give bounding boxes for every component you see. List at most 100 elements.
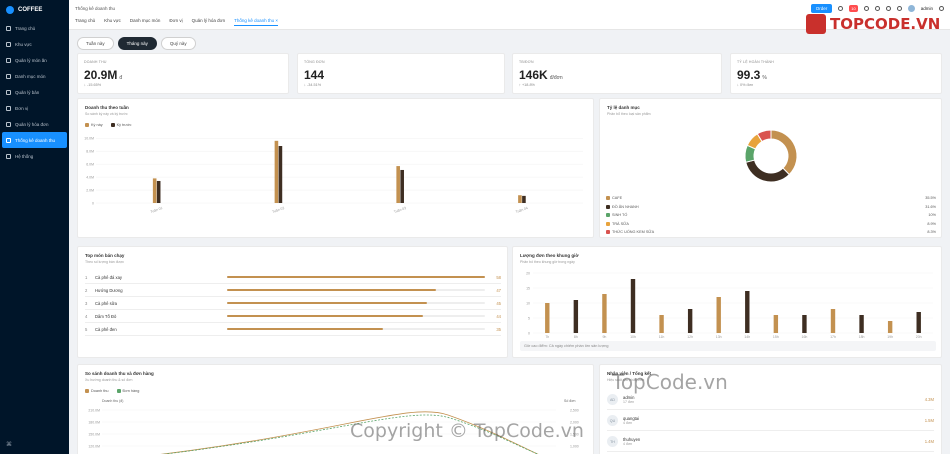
- hour-bar[interactable]: [659, 315, 664, 333]
- category-legend-row[interactable]: SINH TỐ 10%: [606, 213, 936, 217]
- hour-bar[interactable]: [630, 279, 636, 333]
- stat-value: 20.9M: [84, 68, 118, 82]
- tab-2[interactable]: Danh mục món: [130, 18, 161, 26]
- hour-bar[interactable]: [545, 303, 550, 333]
- order-button[interactable]: Order: [810, 4, 833, 13]
- stat-card-2: TB/đơn 146K đ/đơn ↑ +18.8%: [512, 53, 722, 94]
- tab-4[interactable]: Quản lý hóa đơn: [192, 18, 225, 26]
- hour-bar[interactable]: [916, 312, 921, 333]
- top-item-name: Hướng Dương: [95, 287, 123, 293]
- top-items-card: Top món bán chạy Theo số lượng bán được …: [77, 246, 508, 358]
- period-button-2[interactable]: Quý này: [160, 37, 196, 50]
- week-bar[interactable]: [152, 178, 157, 203]
- fullscreen-icon[interactable]: [874, 6, 880, 11]
- week-bar[interactable]: [156, 180, 161, 203]
- notification-badge[interactable]: 10: [849, 5, 858, 12]
- stat-value-wrap: 144: [304, 68, 326, 82]
- category-legend-row[interactable]: ĐỒ ĂN NHANH 31.6%: [606, 204, 936, 209]
- collapse-icon[interactable]: ⌘: [6, 441, 12, 448]
- hour-bar[interactable]: [802, 315, 807, 333]
- staff-row[interactable]: QU quangtai 4 đơn 1.5M: [607, 411, 934, 431]
- top-item-row[interactable]: 4 Dâm Tố Đỏ 44: [85, 310, 501, 323]
- github-icon[interactable]: [863, 6, 869, 11]
- top-item-row[interactable]: 5 Cà phê đen 35: [85, 323, 501, 336]
- hour-bar[interactable]: [745, 291, 750, 333]
- hour-bar[interactable]: [773, 315, 779, 333]
- category-legend-row[interactable]: THỨC UỐNG KEM SỮA 8.3%: [606, 230, 936, 234]
- hour-bar[interactable]: [716, 297, 721, 333]
- hour-bar[interactable]: [830, 309, 836, 333]
- tab-1[interactable]: Khu vực: [104, 18, 121, 26]
- sidebar-item-label: Đơn vị: [15, 105, 29, 111]
- donut-slice[interactable]: [745, 159, 790, 183]
- week-bar[interactable]: [518, 195, 522, 203]
- week-bar[interactable]: [396, 166, 400, 203]
- compare-ytick-right: 1,000: [570, 445, 579, 449]
- week-bar[interactable]: [274, 140, 279, 203]
- breadcrumb: Thống kê doanh thu: [75, 6, 116, 11]
- tab-5[interactable]: Thống kê doanh thu ×: [234, 18, 279, 26]
- stat-value: 99.3: [737, 68, 761, 82]
- sidebar-item-2[interactable]: Quản lý món ăn: [0, 52, 69, 68]
- week-bar[interactable]: [278, 146, 283, 203]
- orders-line[interactable]: [122, 414, 550, 454]
- hour-bar[interactable]: [859, 315, 864, 333]
- top-item-row[interactable]: 2 Hướng Dương 47: [85, 284, 501, 297]
- settings-icon[interactable]: [939, 6, 944, 11]
- sidebar-item-4[interactable]: Quản lý bàn: [0, 84, 69, 100]
- sidebar-item-6[interactable]: Quản lý hóa đơn: [0, 116, 69, 132]
- user-name[interactable]: admin: [921, 6, 933, 11]
- hour-bar[interactable]: [687, 309, 693, 333]
- hour-bar[interactable]: [573, 300, 579, 333]
- staff-row[interactable]: TH thuhuyen 4 đơn 1.4M: [607, 432, 934, 452]
- app-name: COFFEE: [18, 7, 43, 13]
- hour-bar[interactable]: [887, 321, 893, 333]
- hour-xtick: 7h: [545, 335, 549, 339]
- staff-info: thuhuyen 4 đơn: [623, 437, 640, 446]
- stat-change: ↓ -15.65%: [84, 83, 102, 87]
- revenue-line[interactable]: [122, 411, 548, 454]
- top-item-bar-fill: [227, 327, 383, 331]
- sidebar-item-3[interactable]: Danh mục món: [0, 68, 69, 84]
- hour-ytick: 15: [526, 287, 530, 291]
- top-item-row[interactable]: 3 Cà phê sữa 45: [85, 297, 501, 310]
- tab-3[interactable]: Đơn vị: [169, 18, 182, 26]
- staff-avatar: TH: [607, 436, 618, 447]
- search-icon[interactable]: [838, 6, 844, 11]
- staff-card: Nhân viên / Tổng kết Hiệu suất các nhân …: [599, 364, 942, 454]
- language-icon[interactable]: [896, 6, 902, 11]
- hour-xtick: 10h: [630, 335, 636, 339]
- period-button-1[interactable]: Tháng này: [117, 37, 157, 50]
- sidebar-item-label: Hệ thống: [15, 153, 34, 159]
- top-item-bar: [227, 301, 485, 305]
- staff-avatar: AD: [607, 394, 618, 405]
- stat-value: 146K: [519, 68, 548, 82]
- period-button-0[interactable]: Tuần này: [77, 37, 114, 50]
- user-avatar[interactable]: [907, 5, 915, 12]
- top-item-row[interactable]: 1 Cà phê đá xay 58: [85, 271, 501, 284]
- top-item-bar-fill: [227, 288, 437, 292]
- sidebar-item-8[interactable]: Hệ thống: [0, 148, 69, 164]
- sidebar-item-1[interactable]: Khu vực: [0, 36, 69, 52]
- hour-xtick: 11h: [659, 335, 665, 339]
- week-bar[interactable]: [400, 169, 404, 203]
- week-bar[interactable]: [522, 195, 526, 203]
- period-toggle: Tuần này Tháng này Quý này: [77, 37, 196, 50]
- category-legend-row[interactable]: CAFE 35.5%: [606, 196, 936, 200]
- sidebar-item-0[interactable]: Trang chủ: [0, 20, 69, 36]
- sidebar-item-7[interactable]: Thống kê doanh thu: [2, 132, 67, 148]
- category-percent: 35.5%: [925, 196, 936, 200]
- bell-icon[interactable]: [885, 6, 891, 11]
- donut-slice[interactable]: [770, 129, 798, 176]
- stat-unit: đ/đơn: [549, 75, 563, 81]
- staff-row[interactable]: AD admin 17 đơn 4.3M: [607, 390, 934, 410]
- category-legend-row[interactable]: TRÀ SỮA 8.9%: [606, 221, 936, 226]
- tab-0[interactable]: Trang chủ: [75, 18, 95, 26]
- top-items-subtitle: Theo số lượng bán được: [85, 260, 125, 264]
- send-icon: [6, 41, 11, 47]
- category-percent: 31.6%: [925, 204, 936, 209]
- stat-change: ↓ 0% đơn: [737, 83, 754, 87]
- brand[interactable]: COFFEE: [0, 0, 69, 20]
- hour-bar[interactable]: [602, 294, 607, 333]
- sidebar-item-5[interactable]: Đơn vị: [0, 100, 69, 116]
